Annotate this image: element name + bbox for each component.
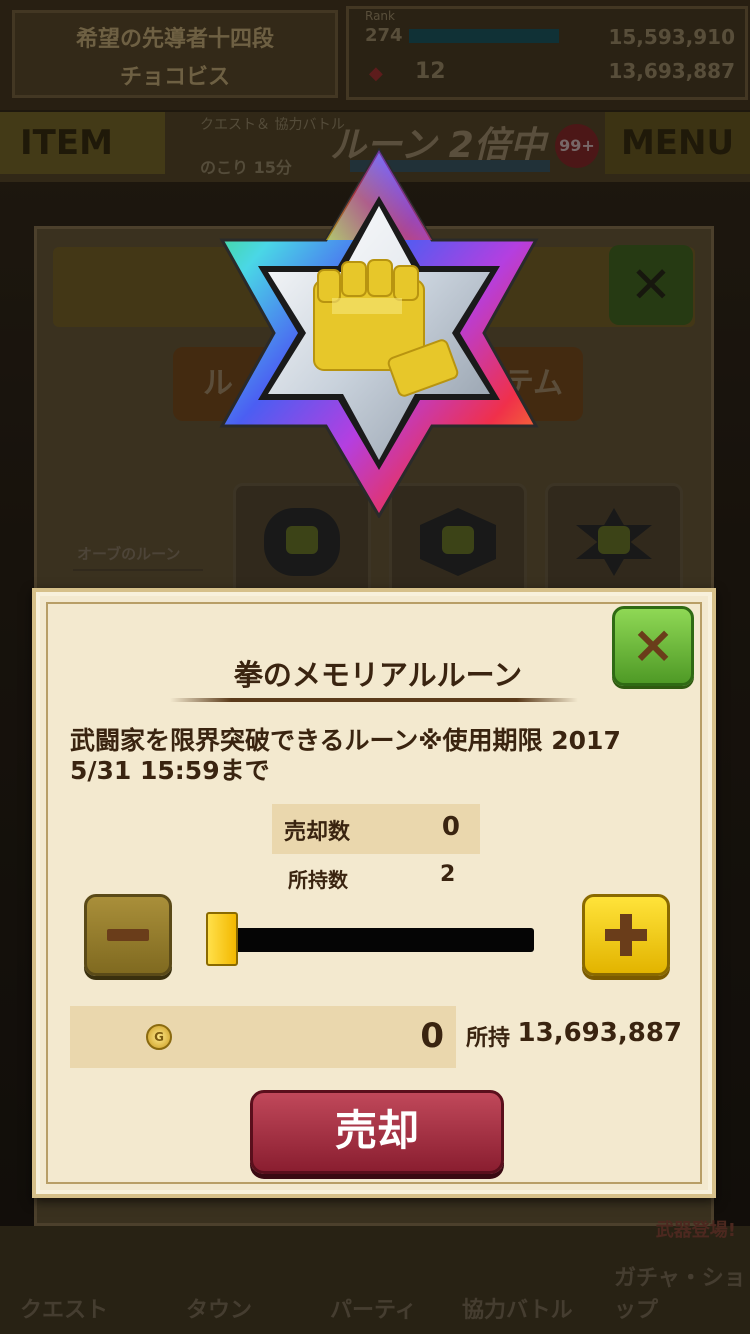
sell-price-box: G 0 (70, 1006, 456, 1068)
sell-count-box: 売却数 0 (272, 804, 480, 854)
fist-memorial-rune-icon (219, 148, 539, 518)
quantity-slider-handle[interactable] (206, 912, 238, 966)
decrease-button[interactable] (84, 894, 172, 976)
coin-icon: G (146, 1024, 172, 1050)
quantity-slider-track[interactable] (210, 928, 534, 952)
increase-button[interactable] (582, 894, 670, 976)
sell-count-value: 0 (441, 812, 460, 842)
sell-price-value: 0 (420, 1016, 444, 1056)
rune-detail-dialog: × 拳のメモリアルルーン 武闘家を限界突破できるルーン※使用期限 2017 5/… (32, 588, 716, 1198)
holding-gold-value: 13,693,887 (517, 1018, 682, 1048)
sell-button[interactable]: 売却 (250, 1090, 504, 1174)
owned-count-label: 所持数 (288, 868, 348, 892)
item-title: 拳のメモリアルルーン (233, 658, 523, 692)
holding-label: 所持 (466, 1026, 511, 1051)
sell-count-label: 売却数 (284, 820, 351, 845)
item-description: 武闘家を限界突破できるルーン※使用期限 2017 5/31 15:59まで (70, 726, 621, 785)
owned-count-value: 2 (440, 862, 456, 887)
title-underline (170, 698, 578, 702)
